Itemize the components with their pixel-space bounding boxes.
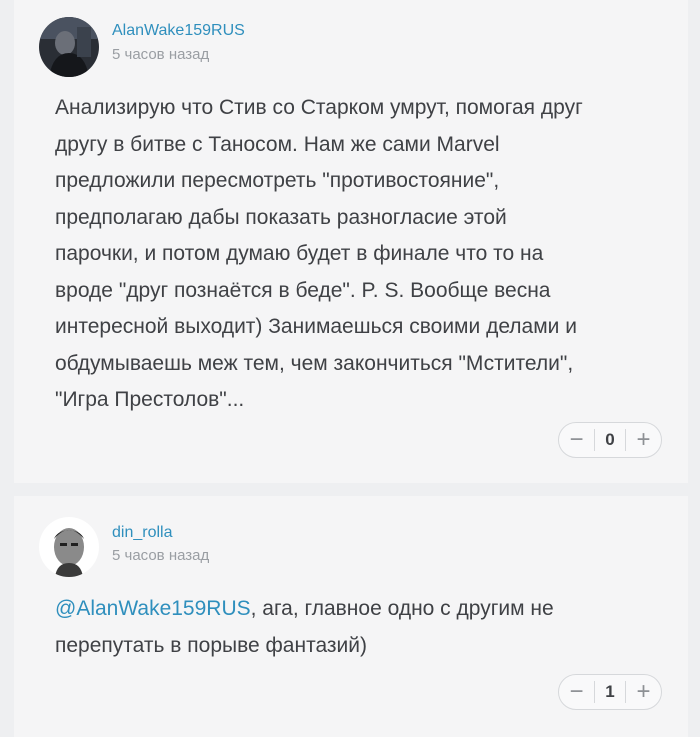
comment-card: AlanWake159RUS 5 часов назад Анализирую … — [14, 0, 688, 483]
avatar[interactable] — [39, 517, 99, 577]
rating-control: − 1 + — [558, 674, 662, 710]
upvote-button[interactable]: + — [626, 423, 661, 457]
comment-text-line: вроде "друг познаётся в беде". P. S. Воо… — [55, 278, 551, 302]
comment-text-span: , ага, главное одно с другим не — [250, 597, 554, 620]
avatar[interactable] — [39, 17, 99, 77]
comment-card: din_rolla 5 часов назад @AlanWake159RUS,… — [14, 496, 688, 737]
comment-author[interactable]: din_rolla — [112, 524, 172, 542]
comment-text: Анализирую что Стив со Старком умрут, по… — [55, 90, 655, 419]
comment-text-line: Анализирую что Стив со Старком умрут, по… — [55, 96, 583, 119]
comment-text-line: предложили пересмотреть "противостояние"… — [55, 169, 500, 192]
comment-text-line: парочки, и потом думаю будет в финале чт… — [55, 242, 544, 265]
comment-text-line: перепутать в порыве фантазий) — [55, 633, 367, 657]
comment-text-line: предполагаю дабы показать разногласие эт… — [55, 205, 507, 229]
comment-text-line: другу в битве с Таносом. Нам же сами Mar… — [55, 132, 500, 156]
rating-count: 1 — [594, 681, 626, 703]
comment-timestamp: 5 часов назад — [112, 46, 210, 63]
comment-author[interactable]: AlanWake159RUS — [112, 22, 245, 40]
comment-timestamp: 5 часов назад — [112, 547, 210, 564]
comment-text-line: обдумываешь меж тем, чем закончиться "Мс… — [55, 351, 574, 375]
rating-control: − 0 + — [558, 422, 662, 458]
user-mention-link[interactable]: @AlanWake159RUS — [55, 597, 251, 620]
downvote-button[interactable]: − — [559, 675, 594, 709]
rating-count: 0 — [594, 429, 626, 451]
downvote-button[interactable]: − — [559, 423, 594, 457]
comment-text-line: @AlanWake159RUS, ага, главное одно с дру… — [55, 591, 655, 628]
upvote-button[interactable]: + — [626, 675, 661, 709]
comment-text-line: "Игра Престолов"... — [55, 388, 245, 411]
comment-text: @AlanWake159RUS, ага, главное одно с дру… — [55, 591, 655, 664]
comment-text-line: интересной выходит) Занимаешься своими д… — [55, 315, 577, 338]
